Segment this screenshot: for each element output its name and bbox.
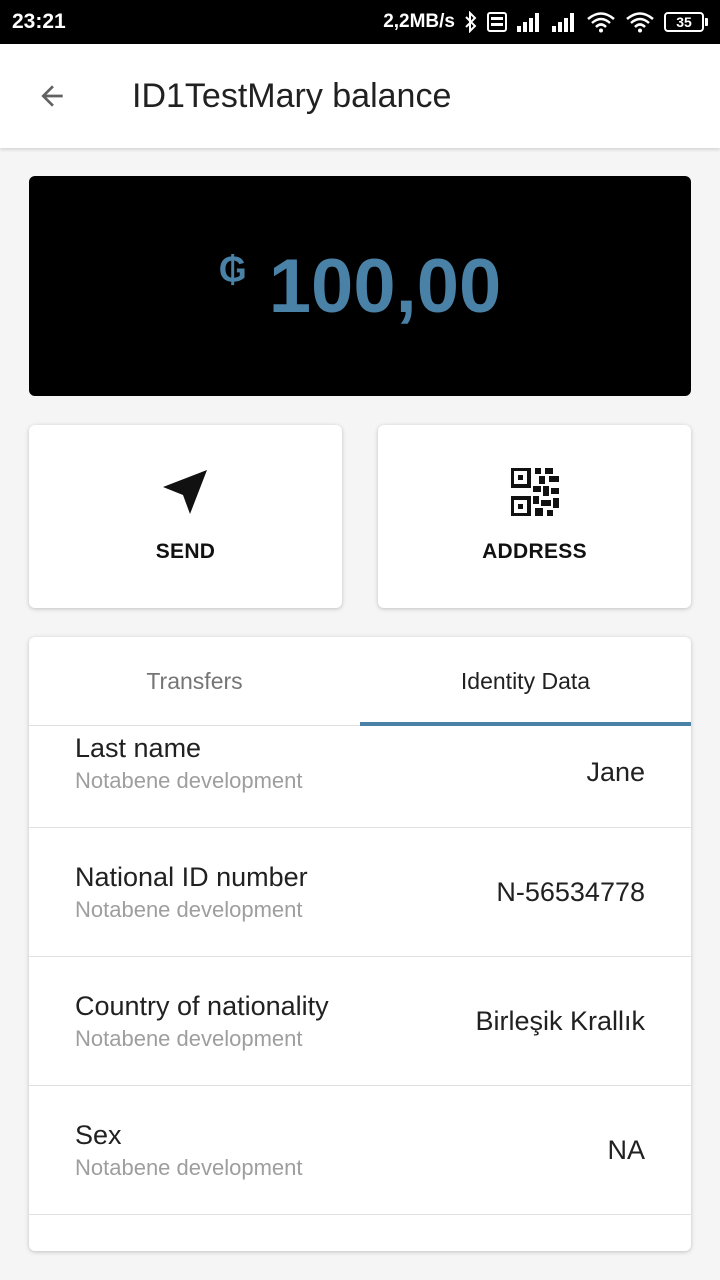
field-label: Country of nationality	[75, 990, 329, 1021]
field-value: Birleşik Krallık	[475, 1005, 645, 1036]
address-button[interactable]: ADDRESS	[378, 425, 691, 608]
volte-icon	[487, 12, 507, 32]
bluetooth-icon	[464, 11, 478, 33]
signal-icon-2	[551, 12, 577, 32]
tab-identity-data[interactable]: Identity Data	[360, 637, 691, 725]
list-item: Last name Notabene development Jane	[29, 726, 691, 828]
wifi-icon-1	[586, 11, 616, 33]
list-item: Country of nationality Notabene developm…	[29, 957, 691, 1086]
status-icons: 2,2MB/s 35	[383, 11, 708, 33]
status-time: 23:21	[12, 10, 66, 33]
field-value: NA	[607, 1134, 645, 1165]
battery-level: 35	[664, 12, 704, 32]
send-button[interactable]: SEND	[29, 425, 342, 608]
app-bar: ID1TestMary balance	[0, 44, 720, 148]
field-source: Notabene development	[75, 1025, 303, 1051]
back-button[interactable]	[22, 66, 82, 126]
list-item: National ID number Notabene development …	[29, 828, 691, 957]
signal-icon-1	[516, 12, 542, 32]
qr-code-icon	[510, 467, 560, 517]
network-speed: 2,2MB/s	[383, 11, 455, 32]
field-value: N-56534778	[496, 876, 645, 907]
tab-bar: Transfers Identity Data	[29, 637, 691, 726]
send-label: SEND	[155, 540, 216, 563]
tab-transfers[interactable]: Transfers	[29, 637, 360, 725]
field-label: Last name	[75, 733, 202, 763]
wifi-icon-2	[625, 11, 655, 33]
field-value: Jane	[586, 757, 645, 787]
currency-symbol: ₲	[218, 249, 247, 290]
field-source: Notabene development	[75, 896, 303, 922]
arrow-left-icon	[41, 85, 63, 107]
status-bar: 23:21 2,2MB/s 35	[0, 0, 720, 44]
field-source: Notabene development	[75, 768, 303, 793]
field-source: Notabene development	[75, 1154, 303, 1180]
balance-card: ₲ 100,00	[29, 176, 691, 396]
identity-panel: Transfers Identity Data Last name Notabe…	[29, 637, 691, 1251]
list-item: Sex Notabene development NA	[29, 1086, 691, 1215]
field-label: National ID number	[75, 861, 308, 892]
send-icon	[161, 467, 211, 517]
page-title: ID1TestMary balance	[132, 76, 452, 115]
balance-amount: 100,00	[268, 243, 502, 329]
battery-icon: 35	[664, 12, 708, 32]
field-label: Sex	[75, 1119, 122, 1150]
address-label: ADDRESS	[482, 540, 587, 563]
